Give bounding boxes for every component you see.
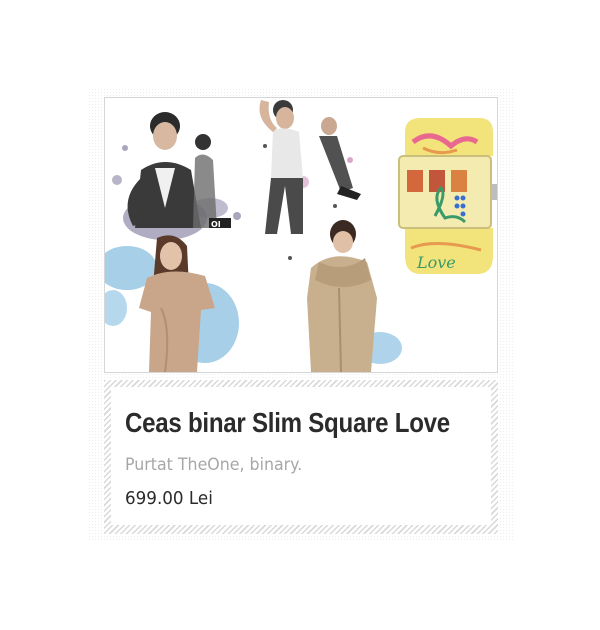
- product-card[interactable]: OI Love Ceas binar Slim Square Love Purt…: [0, 0, 600, 630]
- product-title[interactable]: Ceas binar Slim Square Love: [125, 407, 450, 439]
- product-subtitle: Purtat TheOne, binary.: [125, 455, 303, 475]
- watch-script-text: Love: [416, 253, 456, 272]
- product-info-panel: Ceas binar Slim Square Love Purtat TheOn…: [111, 387, 491, 525]
- product-image: OI Love: [105, 98, 497, 372]
- watch-photo: Love: [398, 118, 497, 274]
- brand-mark-text: OI: [211, 220, 221, 229]
- product-image-link[interactable]: OI Love: [104, 97, 498, 373]
- product-price: 699.00 Lei: [125, 488, 213, 509]
